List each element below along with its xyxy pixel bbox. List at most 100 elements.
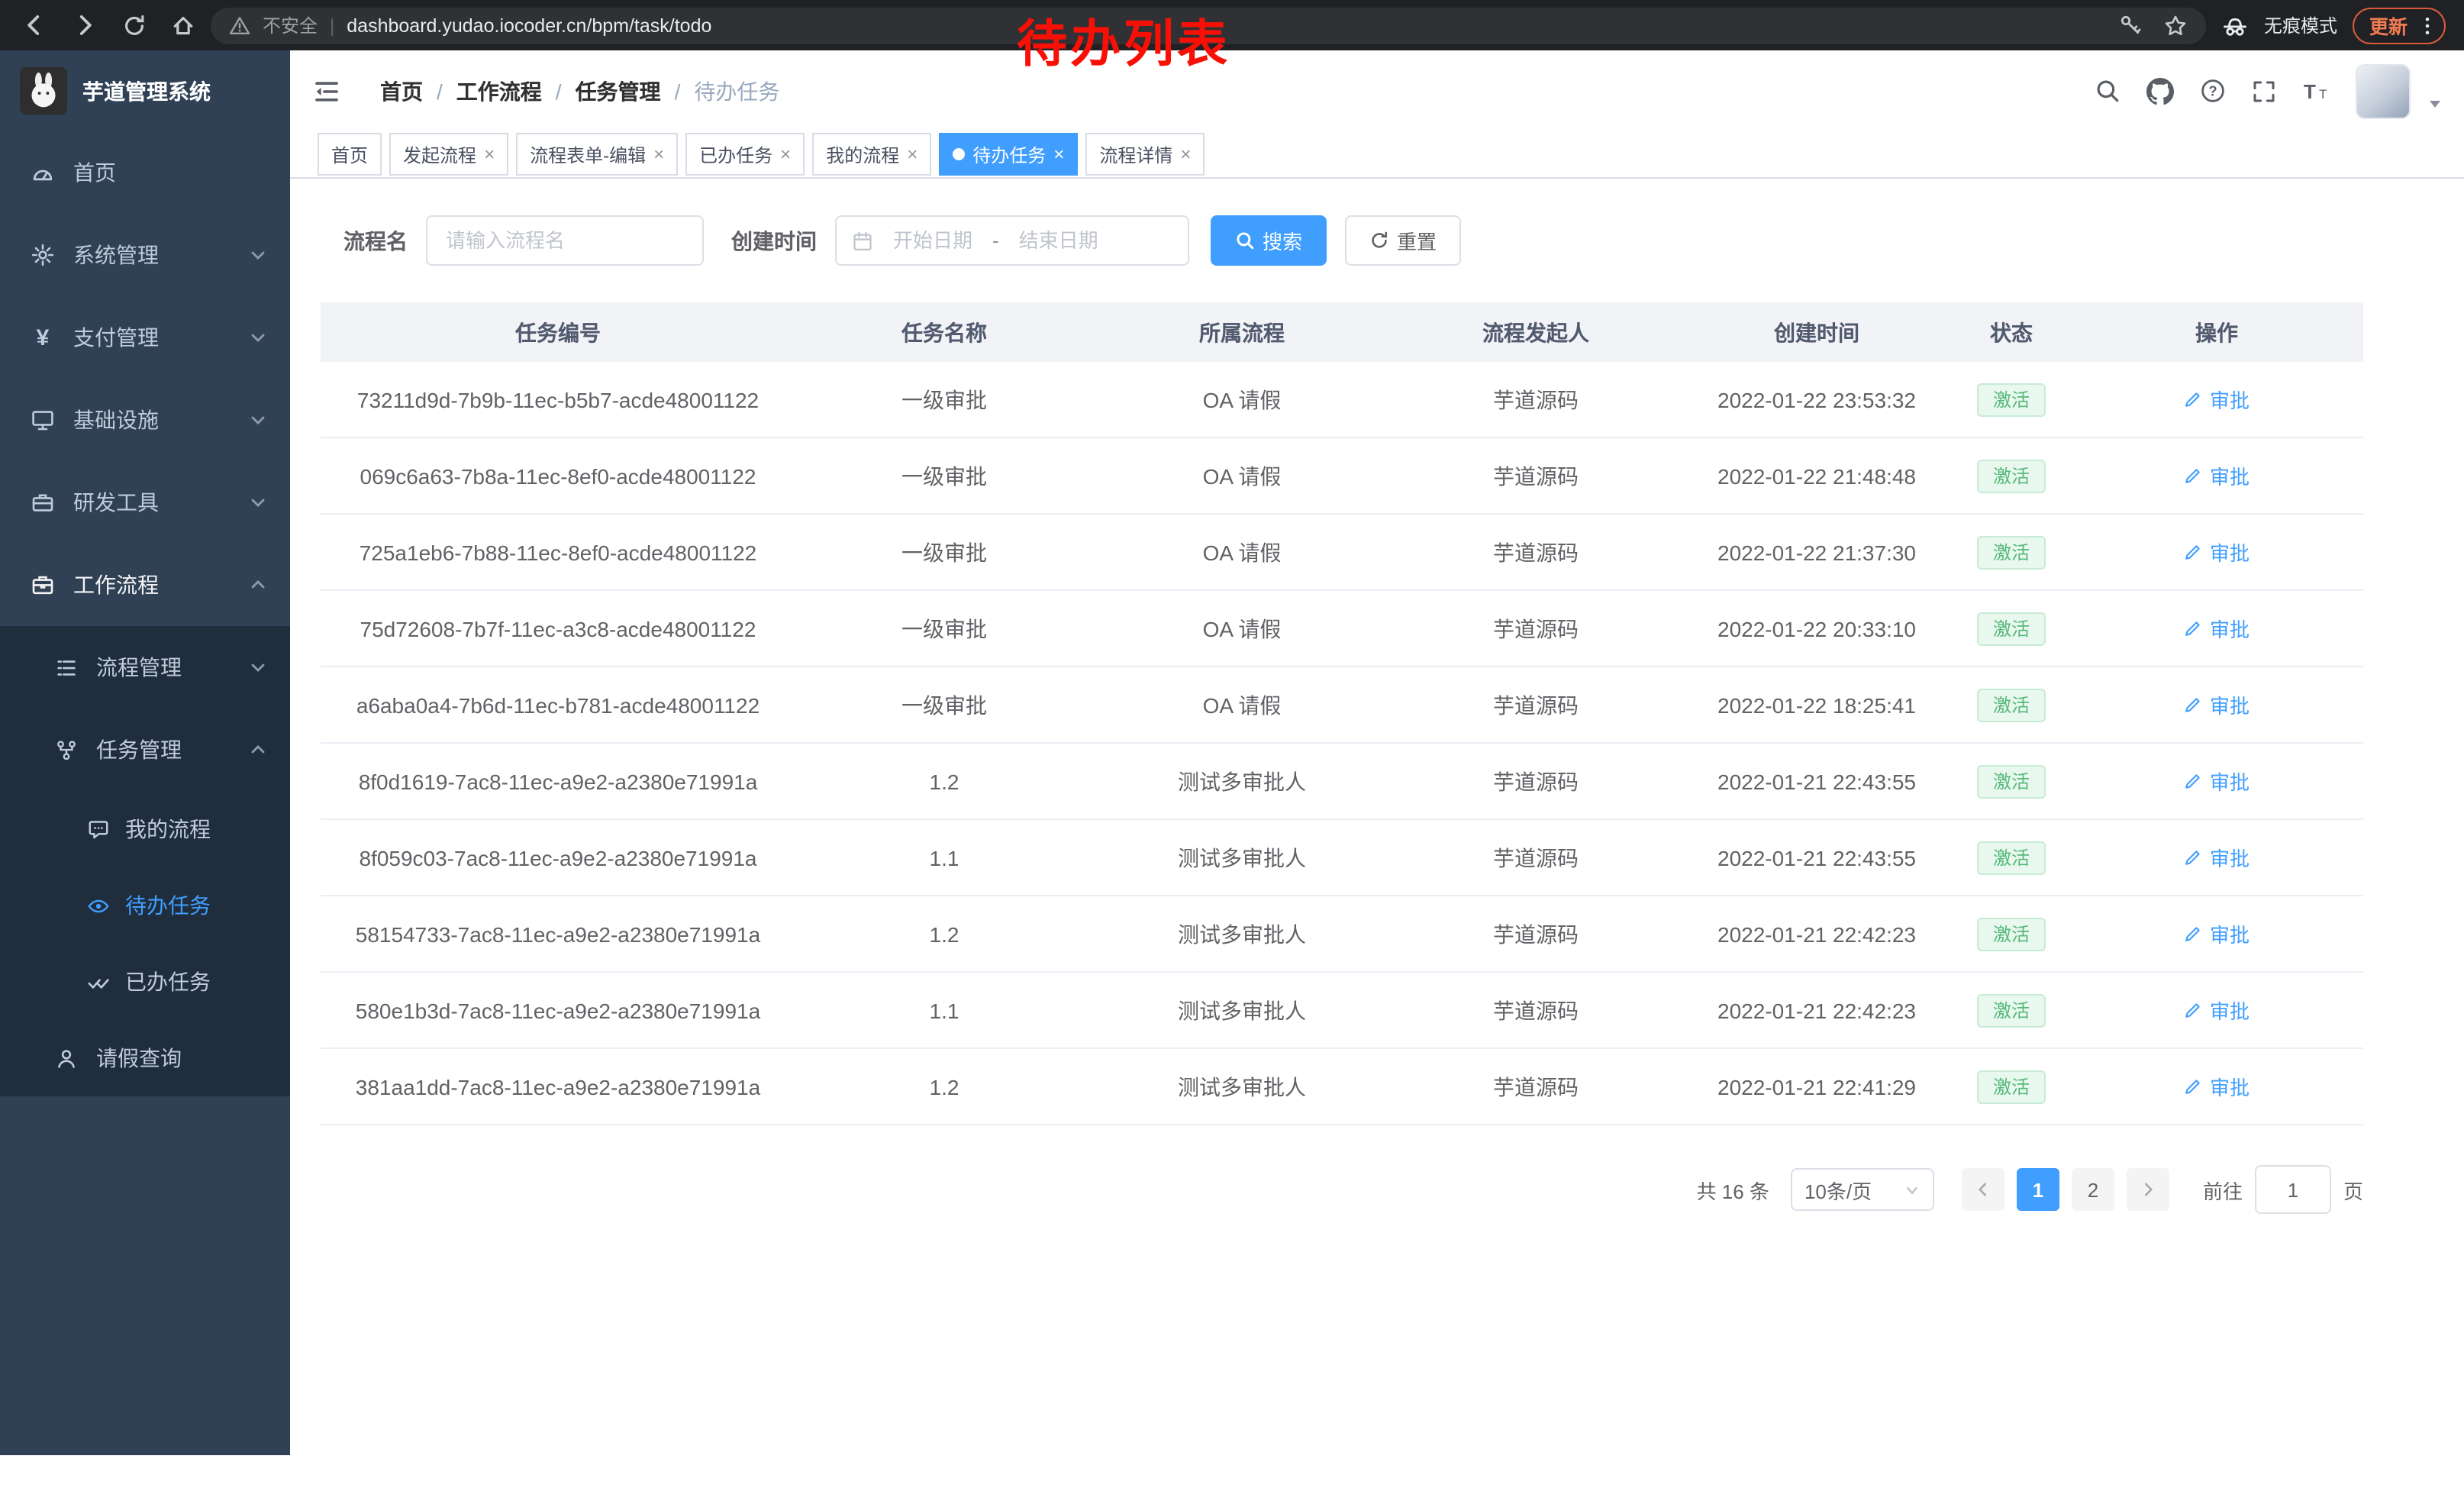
approve-label: 审批 bbox=[2210, 767, 2250, 796]
chevron-down-icon bbox=[1904, 1181, 1921, 1198]
edit-icon bbox=[2184, 466, 2204, 486]
close-icon[interactable]: × bbox=[1053, 145, 1064, 163]
close-icon[interactable]: × bbox=[907, 145, 918, 163]
approve-link[interactable]: 审批 bbox=[2184, 461, 2250, 490]
approve-link[interactable]: 审批 bbox=[2184, 614, 2250, 643]
tab-start-process[interactable]: 发起流程× bbox=[389, 133, 508, 176]
sidebar-item-label: 系统管理 bbox=[73, 240, 159, 270]
page-button-1[interactable]: 1 bbox=[2017, 1168, 2059, 1211]
end-date-input[interactable] bbox=[1005, 228, 1112, 253]
sidebar-item-task-management[interactable]: 任务管理 bbox=[0, 709, 290, 791]
breadcrumb: 首页 / 工作流程 / 任务管理 / 待办任务 bbox=[380, 76, 779, 106]
github-icon[interactable] bbox=[2146, 77, 2174, 105]
table-row: 381aa1dd-7ac8-11ec-a9e2-a2380e71991a 1.2… bbox=[321, 1048, 2363, 1125]
reset-button[interactable]: 重置 bbox=[1345, 215, 1461, 266]
search-button[interactable]: 搜索 bbox=[1211, 215, 1327, 266]
status-badge: 激活 bbox=[1978, 612, 2045, 645]
close-icon[interactable]: × bbox=[780, 145, 791, 163]
process-cell: OA 请假 bbox=[1093, 362, 1391, 437]
page-button-2[interactable]: 2 bbox=[2072, 1168, 2114, 1211]
time-cell: 2022-01-22 21:48:48 bbox=[1681, 437, 1953, 514]
prev-page-button[interactable] bbox=[1962, 1168, 2004, 1211]
avatar-caret-icon[interactable] bbox=[2427, 95, 2443, 111]
annotation-todo-list: 待办列表 bbox=[1017, 17, 1230, 73]
refresh-icon[interactable] bbox=[122, 13, 147, 37]
svg-text:T: T bbox=[2304, 79, 2316, 102]
breadcrumb-separator: / bbox=[556, 79, 562, 103]
home-icon[interactable] bbox=[171, 13, 195, 37]
approve-label: 审批 bbox=[2210, 996, 2250, 1025]
sidebar-item-process-management[interactable]: 流程管理 bbox=[0, 626, 290, 709]
page-size-select[interactable]: 10条/页 bbox=[1791, 1168, 1934, 1211]
close-icon[interactable]: × bbox=[1180, 145, 1191, 163]
tab-label: 首页 bbox=[331, 141, 368, 167]
approve-link[interactable]: 审批 bbox=[2184, 767, 2250, 796]
date-range-picker[interactable]: - bbox=[835, 215, 1189, 266]
goto-page-input[interactable] bbox=[2255, 1165, 2331, 1214]
chevron-left-icon bbox=[1974, 1180, 1992, 1199]
fullscreen-icon[interactable] bbox=[2252, 79, 2276, 103]
starter-cell: 芋道源码 bbox=[1391, 896, 1681, 972]
avatar[interactable] bbox=[2356, 63, 2411, 118]
breadcrumb-workflow[interactable]: 工作流程 bbox=[456, 76, 542, 106]
time-cell: 2022-01-21 22:41:29 bbox=[1681, 1048, 1953, 1125]
svg-text:T: T bbox=[2319, 86, 2327, 101]
search-icon[interactable] bbox=[2095, 78, 2121, 104]
process-cell: OA 请假 bbox=[1093, 590, 1391, 667]
action-cell: 审批 bbox=[2070, 743, 2363, 819]
approve-link[interactable]: 审批 bbox=[2184, 1072, 2250, 1101]
tab-my-processes[interactable]: 我的流程× bbox=[812, 133, 931, 176]
sidebar-item-label: 请假查询 bbox=[96, 1043, 182, 1073]
approve-link[interactable]: 审批 bbox=[2184, 996, 2250, 1025]
table-row: 069c6a63-7b8a-11ec-8ef0-acde48001122 一级审… bbox=[321, 437, 2363, 514]
back-icon[interactable] bbox=[21, 12, 47, 38]
sidebar-item-workflow[interactable]: 工作流程 bbox=[0, 544, 290, 626]
tab-home[interactable]: 首页 bbox=[318, 133, 382, 176]
tab-process-detail[interactable]: 流程详情 × bbox=[1085, 133, 1205, 176]
bookmark-star-icon[interactable] bbox=[2163, 13, 2188, 37]
tab-form-edit[interactable]: 流程表单-编辑× bbox=[516, 133, 678, 176]
sidebar-item-infrastructure[interactable]: 基础设施 bbox=[0, 379, 290, 461]
close-icon[interactable]: × bbox=[653, 145, 664, 163]
sidebar-item-system[interactable]: 系统管理 bbox=[0, 214, 290, 296]
sidebar-item-leave-query[interactable]: 请假查询 bbox=[0, 1020, 290, 1096]
sidebar-item-home[interactable]: 首页 bbox=[0, 131, 290, 214]
svg-text:?: ? bbox=[2208, 83, 2217, 98]
table-row: 73211d9d-7b9b-11ec-b5b7-acde48001122 一级审… bbox=[321, 362, 2363, 437]
close-icon[interactable]: × bbox=[484, 145, 495, 163]
sidebar-item-todo-tasks[interactable]: 待办任务 bbox=[0, 867, 290, 944]
app-logo[interactable]: 芋道管理系统 bbox=[0, 50, 290, 131]
sidebar-item-devtools[interactable]: 研发工具 bbox=[0, 461, 290, 544]
key-icon[interactable] bbox=[2119, 14, 2142, 37]
edit-icon bbox=[2184, 695, 2204, 715]
flow-icon bbox=[55, 738, 78, 761]
collapse-sidebar-icon[interactable] bbox=[313, 77, 340, 105]
forward-icon[interactable] bbox=[72, 12, 98, 38]
approve-label: 审批 bbox=[2210, 537, 2250, 567]
tab-label: 流程详情 bbox=[1099, 141, 1172, 167]
start-date-input[interactable] bbox=[879, 228, 986, 253]
sidebar-item-payment[interactable]: ¥ 支付管理 bbox=[0, 296, 290, 379]
help-icon[interactable]: ? bbox=[2200, 78, 2226, 104]
breadcrumb-home[interactable]: 首页 bbox=[380, 76, 423, 106]
sidebar-item-my-processes[interactable]: 我的流程 bbox=[0, 791, 290, 867]
url-text: dashboard.yudao.iocoder.cn/bpm/task/todo bbox=[347, 15, 711, 36]
approve-link[interactable]: 审批 bbox=[2184, 919, 2250, 948]
tab-done-tasks[interactable]: 已办任务× bbox=[685, 133, 805, 176]
approve-link[interactable]: 审批 bbox=[2184, 385, 2250, 414]
sidebar-item-done-tasks[interactable]: 已办任务 bbox=[0, 944, 290, 1020]
update-button[interactable]: 更新 bbox=[2353, 7, 2446, 44]
starter-cell: 芋道源码 bbox=[1391, 1048, 1681, 1125]
task-id-cell: a6aba0a4-7b6d-11ec-b781-acde48001122 bbox=[321, 667, 795, 743]
breadcrumb-task-management[interactable]: 任务管理 bbox=[576, 76, 661, 106]
action-cell: 审批 bbox=[2070, 590, 2363, 667]
action-cell: 审批 bbox=[2070, 972, 2363, 1048]
approve-link[interactable]: 审批 bbox=[2184, 690, 2250, 719]
approve-link[interactable]: 审批 bbox=[2184, 843, 2250, 872]
tab-todo-tasks[interactable]: 待办任务× bbox=[939, 133, 1078, 176]
next-page-button[interactable] bbox=[2127, 1168, 2169, 1211]
font-size-icon[interactable]: TT bbox=[2302, 79, 2330, 103]
approve-link[interactable]: 审批 bbox=[2184, 537, 2250, 567]
more-menu-icon[interactable] bbox=[2417, 15, 2438, 36]
process-name-input[interactable] bbox=[426, 215, 704, 266]
